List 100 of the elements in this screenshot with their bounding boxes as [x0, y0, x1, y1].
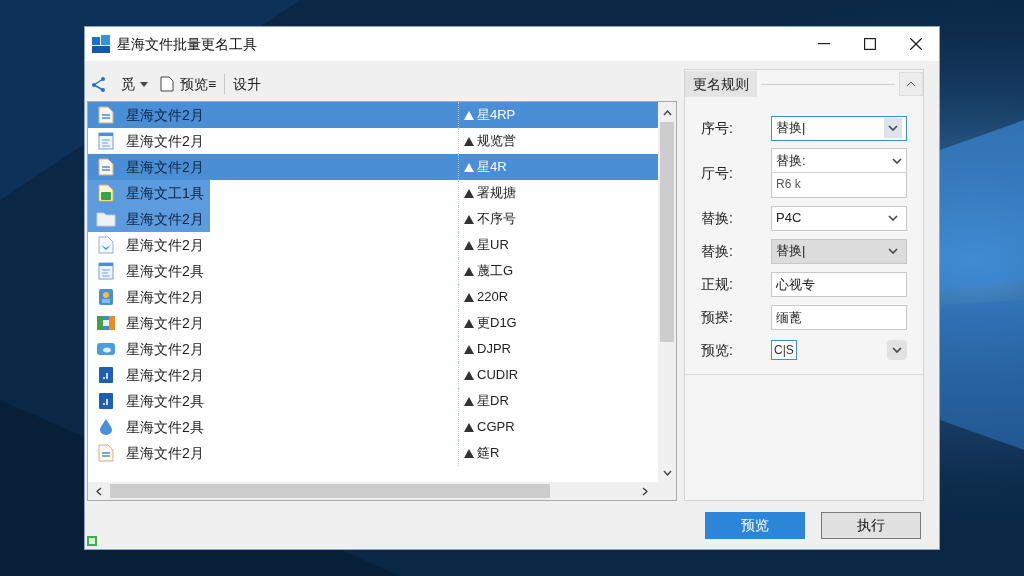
dropdown[interactable]: 替换| [771, 115, 907, 141]
file-row[interactable]: 星海文工1具 署规搪 [88, 180, 658, 206]
maximize-icon [864, 38, 876, 50]
combo-box[interactable]: 替换: R6 k [771, 148, 907, 198]
run-button[interactable]: 执行 [821, 511, 921, 539]
new-name-cell-text: 蔑工G [477, 262, 514, 281]
field-label: 厅号: [701, 163, 734, 183]
file-row[interactable]: 星海文件2月 DJPR [88, 336, 658, 362]
field-label: 替换: [701, 208, 734, 228]
new-name-cell-text: 规览営 [477, 132, 516, 151]
document-icon [160, 76, 174, 92]
view-menu-button[interactable]: 觅 [121, 73, 148, 95]
file-row[interactable]: 星海文件2月 CUDIR [88, 362, 658, 388]
cloud-icon [97, 342, 115, 356]
new-name-cell-text: 星DR [477, 392, 509, 411]
field-label: 替换: [701, 241, 734, 261]
app-icon [98, 392, 114, 410]
file-row[interactable]: 星海文件2月 不序号 [88, 206, 658, 232]
field-label: 正规: [701, 274, 734, 294]
scroll-right-icon [642, 486, 648, 496]
new-name-cell-text: 星4R [477, 158, 507, 177]
new-name-cell-text: 220R [477, 288, 509, 307]
chevron-down-icon [892, 347, 902, 353]
user-file-icon [98, 288, 114, 306]
file-row[interactable]: 星海文件2月 筵R [88, 440, 658, 466]
field-label: 预揆: [701, 307, 734, 327]
new-name-cell-text: 星4RP [477, 106, 516, 125]
expand-button[interactable] [887, 340, 907, 360]
triangle-icon [464, 344, 474, 354]
caret-icon [140, 81, 148, 87]
scroll-left-icon [96, 486, 102, 496]
triangle-icon [464, 448, 474, 458]
file-row[interactable]: 星海文件2月 星UR [88, 232, 658, 258]
share-icon[interactable] [91, 76, 107, 92]
triangle-icon [464, 110, 474, 120]
new-name-cell-text: 不序号 [477, 210, 516, 229]
new-name-cell-text: CGPR [477, 418, 515, 437]
file-row[interactable]: 星海文件2具 星DR [88, 388, 658, 414]
status-icon [87, 536, 97, 546]
chevron-down-icon [888, 248, 898, 254]
scroll-down-icon [662, 470, 672, 476]
file-row[interactable]: 星海文件2月 220R [88, 284, 658, 310]
triangle-icon [464, 422, 474, 432]
new-name-cell-text: 署规搪 [477, 184, 516, 203]
text-field[interactable]: 缅蓖 [771, 304, 907, 330]
document-icon [98, 262, 114, 280]
file-name-cell: 星海文件2月 [88, 440, 210, 466]
preview-button[interactable]: 预览 [705, 511, 805, 539]
file-row[interactable]: 星海文件2具 蔑工G [88, 258, 658, 284]
file-name-cell: 星海文件2月 [88, 232, 210, 258]
file-name-cell: 星海文件2月 [88, 362, 210, 388]
dropdown[interactable]: P4C [771, 205, 907, 231]
settings-button[interactable]: 设升 [233, 73, 262, 95]
panel-title: 更名规则 [685, 71, 757, 97]
document-icon [98, 132, 114, 150]
text-field[interactable]: 心视专 [771, 271, 907, 297]
field-label: 预览: [701, 340, 734, 360]
close-icon [910, 38, 922, 50]
file-row[interactable]: 星海文件2月 星4RP [88, 102, 658, 128]
app-logo-icon [92, 35, 110, 53]
field-label: 序号: [701, 118, 734, 138]
option-toggle[interactable]: C|S [771, 340, 797, 360]
file-name-cell: 星海文件2月 [88, 154, 210, 180]
file-name-cell: 星海文件2月 [88, 336, 210, 362]
file-name-cell: 星海文件2具 [88, 388, 210, 414]
file-row[interactable]: 星海文件2月 更D1G [88, 310, 658, 336]
triangle-icon [464, 162, 474, 172]
file-name-cell: 星海文件2月 [88, 102, 210, 128]
window-title: 星海文件批量更名工具 [117, 34, 257, 54]
document-icon [98, 158, 114, 176]
triangle-icon [464, 136, 474, 146]
file-row[interactable]: 星海文件2月 星4R [88, 154, 658, 180]
chevron-down-icon [892, 157, 902, 164]
new-name-cell-text: DJPR [477, 340, 511, 359]
new-name-cell-text: 更D1G [477, 314, 517, 333]
triangle-icon [464, 318, 474, 328]
document-icon [98, 444, 114, 462]
new-name-cell-text: CUDIR [477, 366, 519, 385]
triangle-icon [464, 188, 474, 198]
chevron-down-icon [888, 125, 898, 131]
file-name-cell: 星海文件2月 [88, 310, 210, 336]
scroll-up-icon [662, 110, 672, 116]
triangle-icon [464, 214, 474, 224]
file-name-cell: 星海文件2具 [88, 414, 210, 440]
triangle-icon [464, 266, 474, 276]
file-name-cell: 星海文件2具 [88, 258, 210, 284]
preview-button[interactable]: 预览≡ [180, 73, 217, 95]
triangle-icon [464, 396, 474, 406]
folder-icon [96, 211, 116, 227]
spreadsheet-icon [98, 184, 114, 202]
app-icon [98, 366, 114, 384]
image-file-icon [98, 236, 114, 254]
new-name-cell-text: 筵R [477, 444, 500, 463]
file-name-cell: 星海文件2月 [88, 128, 210, 154]
minimize-icon [818, 43, 830, 45]
horizontal-scrollbar[interactable] [88, 482, 676, 500]
photo-icon [97, 316, 115, 330]
vertical-scrollbar[interactable] [658, 102, 676, 482]
triangle-icon [464, 240, 474, 250]
triangle-icon [464, 370, 474, 380]
